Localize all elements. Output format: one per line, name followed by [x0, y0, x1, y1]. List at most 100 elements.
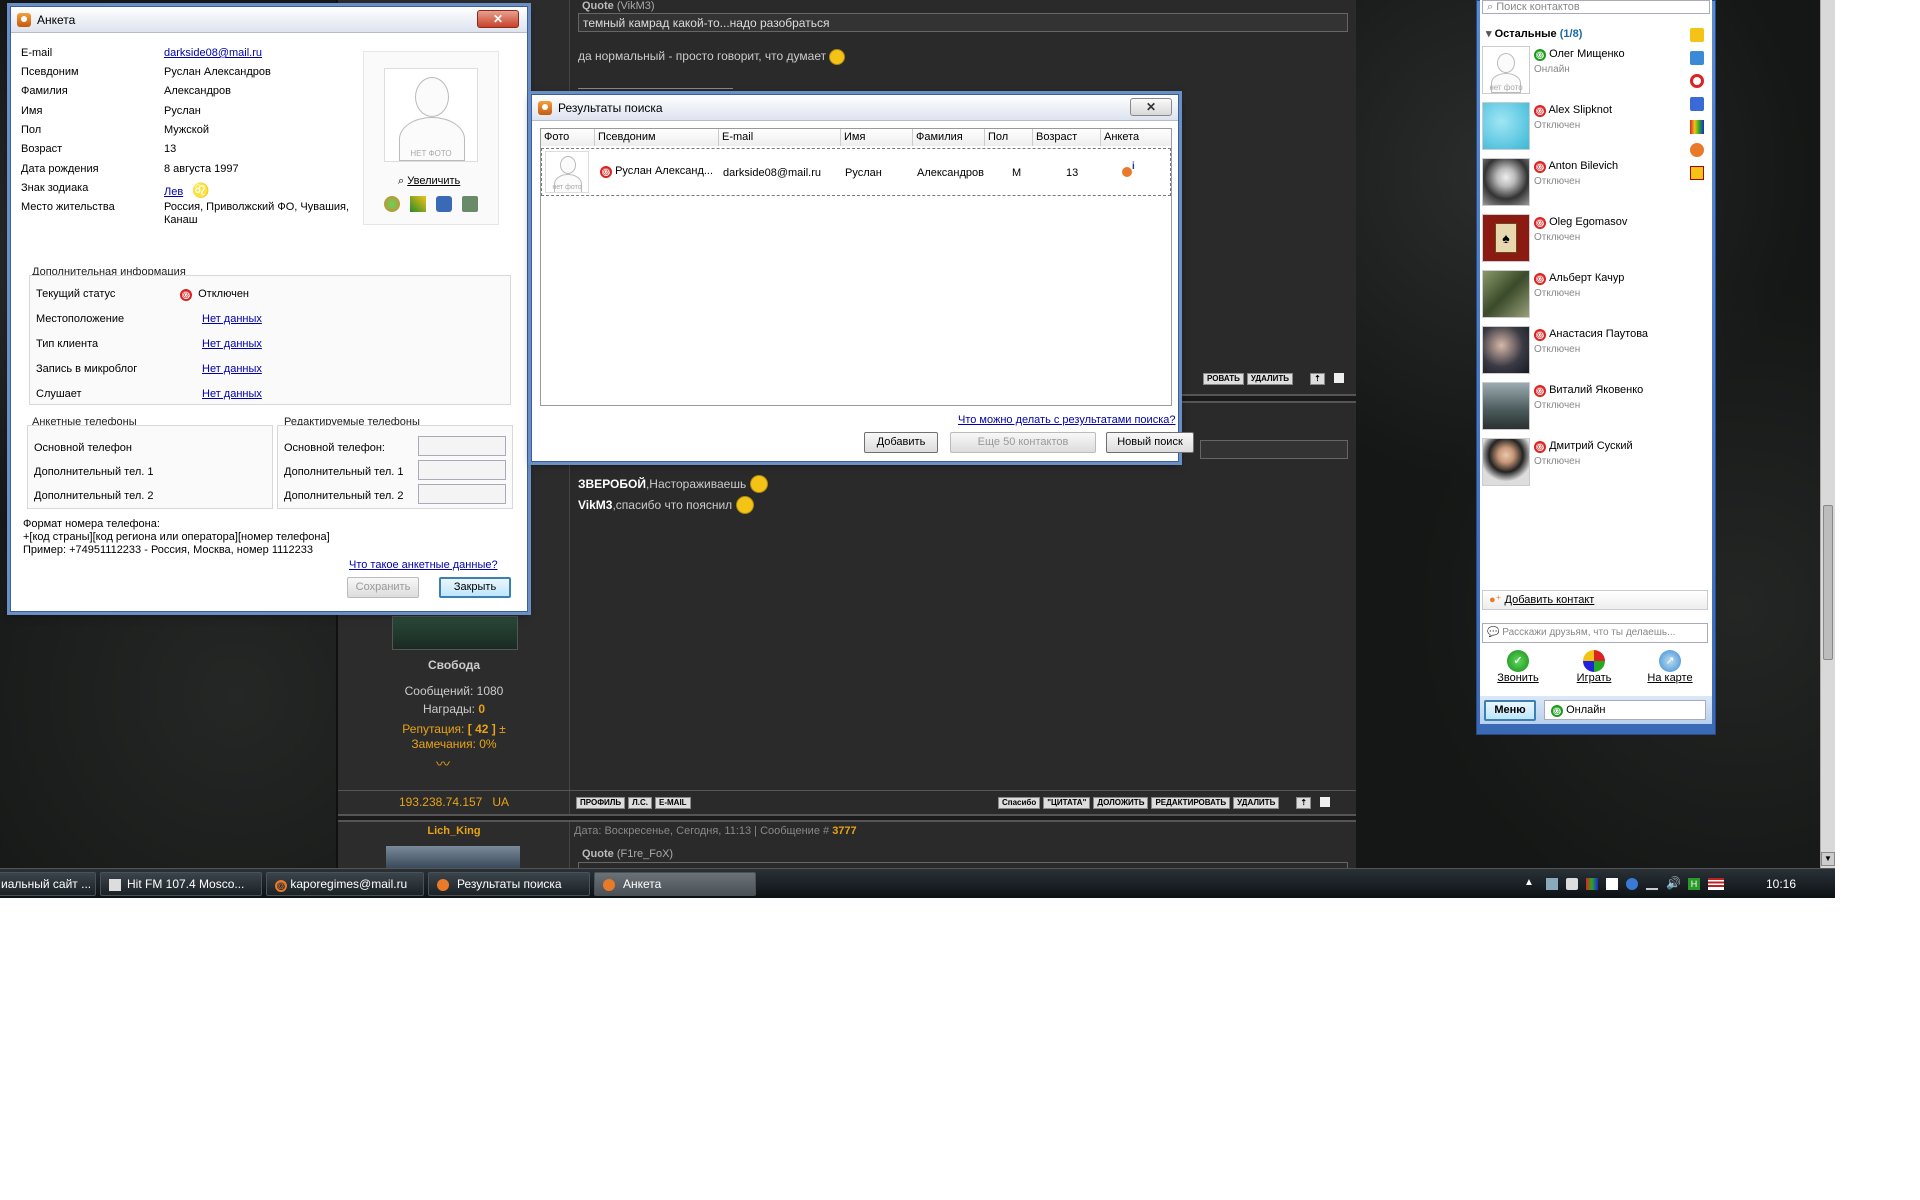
- save-button[interactable]: Сохранить: [347, 577, 419, 598]
- delete-button[interactable]: УДАЛИТЬ: [1233, 797, 1280, 809]
- add-button[interactable]: Добавить: [864, 432, 938, 453]
- call-action[interactable]: ✓ Звонить: [1490, 648, 1546, 684]
- taskbar-item-mail-agent[interactable]: @ kaporegimes@mail.ru: [266, 872, 424, 896]
- user-awards: Награды: 0: [338, 702, 570, 716]
- play-action[interactable]: Играть: [1566, 648, 1622, 684]
- enlarge-link[interactable]: ⌕ Увеличить: [398, 175, 460, 188]
- contact-search-input[interactable]: ⌕ Поиск контактов: [1482, 0, 1710, 14]
- office-icon[interactable]: [1586, 878, 1598, 890]
- notifications-icon[interactable]: [1690, 166, 1704, 180]
- contact-row-1[interactable]: @ Alex Slipknot Отключен: [1482, 102, 1712, 156]
- contact-row-6[interactable]: @ Виталий Яковенко Отключен: [1482, 382, 1712, 436]
- pm-button[interactable]: Л.С.: [628, 797, 652, 809]
- mention-vikm3[interactable]: VikM3: [578, 498, 612, 512]
- extra-value-client[interactable]: Нет данных: [202, 338, 262, 350]
- contact-row-2[interactable]: @ Anton Bilevich Отключен: [1482, 158, 1712, 212]
- taskbar-item-anketa[interactable]: Анкета: [594, 872, 756, 896]
- bolt-icon[interactable]: [1626, 878, 1638, 890]
- menu-button[interactable]: Меню: [1484, 700, 1536, 721]
- profile-button[interactable]: ПРОФИЛЬ: [576, 797, 626, 809]
- contact-row-7[interactable]: @ Дмитрий Суский Отключен: [1482, 438, 1712, 492]
- col-age[interactable]: Возраст: [1033, 129, 1101, 146]
- anketa-close-button[interactable]: ✕: [477, 10, 519, 28]
- camera-icon[interactable]: [436, 196, 452, 212]
- contact-row-5[interactable]: @ Анастасия Паутова Отключен: [1482, 326, 1712, 380]
- add-friend-icon[interactable]: [384, 196, 400, 212]
- more-contacts-button[interactable]: Еще 50 контактов: [950, 432, 1096, 453]
- field-value-zodiac[interactable]: Лев: [164, 186, 183, 198]
- what-is-anketa-link[interactable]: Что такое анкетные данные?: [349, 559, 498, 571]
- extra-value-location[interactable]: Нет данных: [202, 313, 262, 325]
- edit-post-button[interactable]: РОВАТЬ: [1203, 373, 1244, 385]
- report-button[interactable]: ДОЛОЖИТЬ: [1093, 797, 1149, 809]
- edit-button[interactable]: РЕДАКТИРОВАТЬ: [1151, 797, 1231, 809]
- games-icon[interactable]: [1690, 143, 1704, 157]
- photos-icon[interactable]: [1690, 51, 1704, 65]
- field-value-location: Россия, Приволжский ФО, Чувашия, Канаш: [164, 201, 350, 226]
- extra-value-microblog[interactable]: Нет данных: [202, 363, 262, 375]
- scroll-down-icon[interactable]: ▼: [1821, 852, 1835, 866]
- gift-icon[interactable]: [462, 196, 478, 212]
- taskbar-item-search[interactable]: Результаты поиска: [428, 872, 590, 896]
- microblog-input[interactable]: 💬 Расскажи друзьям, что ты делаешь...: [1482, 623, 1708, 643]
- col-photo[interactable]: Фото: [541, 129, 595, 146]
- new-search-button[interactable]: Новый поиск: [1106, 432, 1194, 453]
- scroll-top-icon[interactable]: ⇡: [1310, 373, 1325, 385]
- phones-group: Основной телефон Дополнительный тел. 1 Д…: [27, 425, 273, 509]
- taskbar-item-radio[interactable]: Hit FM 107.4 Mosco...: [100, 872, 262, 896]
- field-value-email[interactable]: darkside08@mail.ru: [164, 47, 262, 59]
- mail-agent-icon: [538, 100, 552, 115]
- contact-row-3[interactable]: ♠ @ Oleg Egomasov Отключен: [1482, 214, 1712, 268]
- search-close-button[interactable]: ✕: [1130, 98, 1172, 116]
- col-anketa[interactable]: Анкета: [1101, 129, 1171, 146]
- map-action[interactable]: ↗ На карте: [1640, 648, 1700, 684]
- anketa-titlebar[interactable]: Анкета: [11, 7, 527, 33]
- us-flag-icon[interactable]: [1708, 878, 1724, 890]
- col-nick[interactable]: Псевдоним: [595, 129, 719, 146]
- themes-icon[interactable]: [1690, 120, 1704, 134]
- email-button[interactable]: E-MAIL: [655, 797, 691, 809]
- clock[interactable]: 10:16: [1766, 877, 1796, 891]
- volume-icon[interactable]: 🔊: [1666, 876, 1681, 890]
- col-email[interactable]: E-mail: [719, 129, 841, 146]
- tray-expand-icon[interactable]: ▲: [1524, 877, 1534, 888]
- extra-value-listens[interactable]: Нет данных: [202, 388, 262, 400]
- mention-zveroboy[interactable]: ЗВЕРОБОЙ: [578, 477, 646, 491]
- sound-icon[interactable]: [1690, 97, 1704, 111]
- chat-rooms-icon[interactable]: [1690, 28, 1704, 42]
- contact-row-0[interactable]: нет фото @ Олег Мищенко Онлайн: [1482, 46, 1712, 100]
- main-phone-input[interactable]: [418, 436, 506, 456]
- signal-icon[interactable]: [1646, 878, 1658, 890]
- quote-button[interactable]: "ЦИТАТА": [1043, 797, 1091, 809]
- browser-scrollbar[interactable]: ▼: [1820, 0, 1835, 868]
- col-surname[interactable]: Фамилия: [913, 129, 985, 146]
- contact-row-4[interactable]: @ Альберт Качур Отключен: [1482, 270, 1712, 324]
- col-name[interactable]: Имя: [841, 129, 913, 146]
- view-anketa-icon[interactable]: i: [1122, 161, 1138, 179]
- extra-phone-2-input[interactable]: [418, 484, 506, 504]
- search-help-link[interactable]: Что можно делать с результатами поиска?: [958, 414, 1176, 426]
- status-select[interactable]: @ Онлайн: [1544, 700, 1706, 720]
- scrollbar-thumb[interactable]: [1823, 505, 1833, 660]
- keyboard-layout-icon[interactable]: H: [1688, 878, 1700, 890]
- document-icon[interactable]: [1606, 878, 1618, 890]
- taskbar-item-browser[interactable]: иальный сайт ...: [0, 872, 96, 896]
- select-post-checkbox[interactable]: [1333, 373, 1344, 384]
- add-contact-button[interactable]: ●⁺ Добавить контакт: [1482, 590, 1708, 610]
- reputation-change-button[interactable]: ±: [499, 722, 506, 736]
- extra-phone-1-input[interactable]: [418, 460, 506, 480]
- next-post-author[interactable]: Lich_King: [338, 822, 570, 840]
- edit-icon[interactable]: [410, 196, 426, 212]
- result-row[interactable]: нет фото @ Руслан Александ... darkside08…: [541, 148, 1171, 196]
- select-post-checkbox-2[interactable]: [1320, 797, 1331, 808]
- close-button[interactable]: Закрыть: [439, 577, 511, 598]
- usb-icon[interactable]: [1566, 878, 1578, 890]
- taskbar-item-radio-label: Hit FM 107.4 Mosco...: [127, 877, 245, 891]
- thanks-button[interactable]: Спасибо: [998, 797, 1041, 809]
- delete-post-button[interactable]: УДАЛИТЬ: [1246, 373, 1294, 385]
- search-titlebar[interactable]: Результаты поиска: [532, 95, 1178, 121]
- mail-icon[interactable]: [1690, 74, 1704, 88]
- scroll-top-icon-2[interactable]: ⇡: [1296, 797, 1312, 809]
- network-icon[interactable]: [1546, 878, 1558, 890]
- col-sex[interactable]: Пол: [985, 129, 1033, 146]
